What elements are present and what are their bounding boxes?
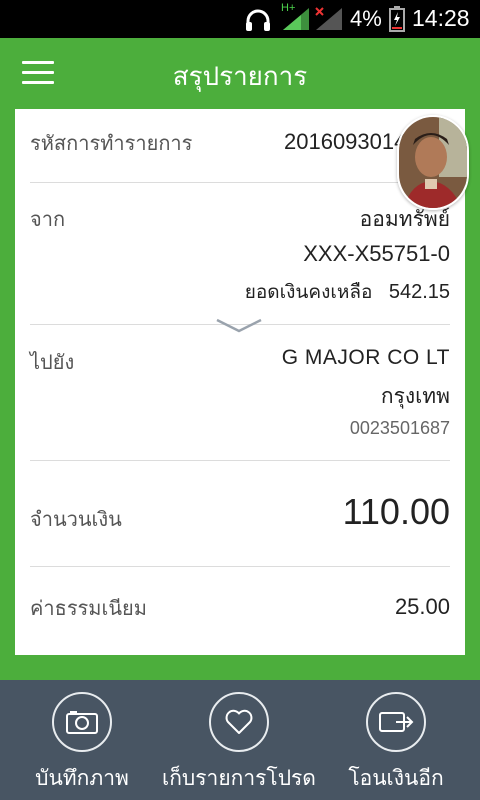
signal-strength-icon [283,8,309,30]
fee-row: ค่าธรรมเนียม 25.00 [30,592,450,626]
balance-line: ยอดเงินคงเหลือ 542.15 [245,277,450,307]
amount-row: จำนวนเงิน 110.00 [30,491,450,541]
transaction-id-label: รหัสการทำรายการ [30,131,193,155]
avatar[interactable] [397,115,469,210]
amount-value: 110.00 [342,491,450,532]
save-image-label: บันทึกภาพ [35,766,129,790]
to-account-number: 0023501687 [349,418,450,438]
to-bank: กรุงเทพ [380,384,450,408]
to-name: G MAJOR CO LT [281,346,450,369]
camera-icon [66,711,98,734]
from-label: จาก [30,207,66,231]
balance-value: 542.15 [388,281,450,303]
fee-value: 25.00 [394,594,450,619]
save-favorite-icon-circle [209,692,269,752]
save-image-icon-circle [52,692,112,752]
fee-label: ค่าธรรมเนียม [30,596,147,620]
amount-label: จำนวนเงิน [30,507,122,531]
from-account-row: จาก ออมทรัพย์ XXX-X55751-0 ยอดเงินคงเหลื… [30,203,450,313]
heart-icon [225,709,253,734]
clock: 14:28 [412,5,470,31]
bottom-action-bar: บันทึกภาพ เก็บรายการโปรด โอนเงินอีก [0,680,480,800]
to-label: ไปยัง [30,350,75,374]
divider [30,460,450,461]
battery-icon [389,6,405,32]
save-image-button[interactable]: บันทึกภาพ [2,680,162,800]
wallet-transfer-icon [379,712,414,732]
save-favorite-label: เก็บรายการโปรด [162,766,316,790]
transaction-id-row: รหัสการทำรายการ 20160930142636 [30,127,455,167]
page-title: สรุปรายการ [172,62,308,92]
status-bar: H+ 4% 14:28 [0,0,480,38]
transfer-again-label: โอนเงินอีก [348,766,444,790]
divider [30,566,450,567]
transaction-summary-card: รหัสการทำรายการ 20160930142636 จาก ออมทร… [15,109,465,655]
save-favorite-button[interactable]: เก็บรายการโปรด [159,680,319,800]
transfer-again-icon-circle [366,692,426,752]
headphones-icon [246,9,270,31]
chevron-down-icon[interactable] [215,318,263,334]
divider [30,182,450,183]
to-account-row: ไปยัง G MAJOR CO LT กรุงเทพ 0023501687 [30,346,450,446]
no-signal-icon [315,7,342,30]
profile-photo [399,117,467,208]
transfer-again-button[interactable]: โอนเงินอีก [316,680,476,800]
from-account-number: XXX-X55751-0 [303,241,450,266]
balance-label: ยอดเงินคงเหลือ [244,281,373,303]
app-header: สรุปรายการ [0,38,480,108]
battery-percent: 4% [350,6,382,31]
